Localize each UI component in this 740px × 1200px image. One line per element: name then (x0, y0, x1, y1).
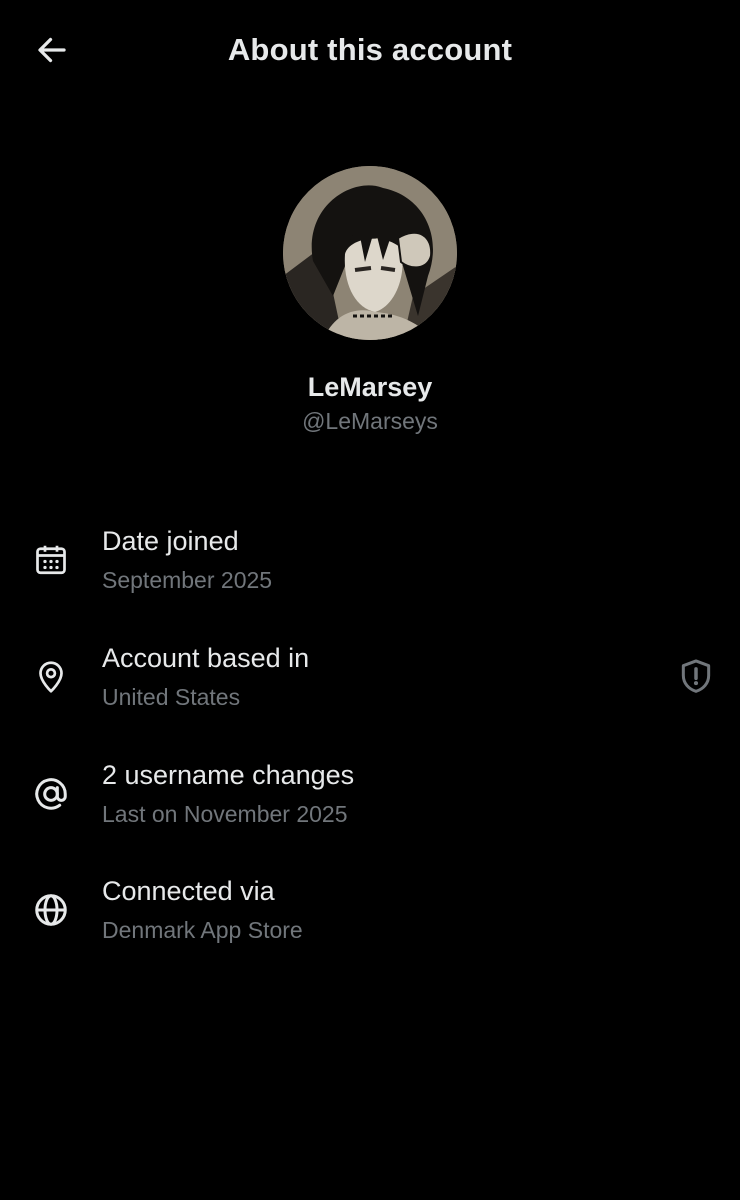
detail-title: Connected via (102, 876, 275, 906)
globe-icon (30, 889, 72, 931)
detail-title: 2 username changes (102, 760, 355, 790)
detail-row-date-joined: Date joined September 2025 (0, 520, 740, 620)
detail-subtitle: September 2025 (102, 567, 273, 593)
at-sign-icon (30, 773, 72, 815)
page-title: About this account (227, 32, 513, 67)
location-pin-icon (30, 656, 72, 698)
detail-subtitle: Last on November 2025 (102, 801, 348, 827)
calendar-icon (30, 539, 72, 581)
display-name: LeMarsey (307, 372, 433, 402)
detail-row-username-changes: 2 username changes Last on November 2025 (0, 754, 740, 854)
username-handle: @LeMarseys (302, 408, 438, 434)
detail-title: Date joined (102, 526, 239, 556)
detail-subtitle: Denmark App Store (102, 917, 303, 943)
top-bar: About this account (0, 0, 740, 100)
detail-subtitle: United States (102, 684, 241, 710)
detail-row-connected-via: Connected via Denmark App Store (0, 870, 740, 970)
avatar (283, 166, 457, 340)
detail-title: Account based in (102, 643, 310, 673)
detail-row-account-based-in: Account based in United States (0, 637, 740, 737)
shield-alert-icon[interactable] (674, 654, 718, 698)
